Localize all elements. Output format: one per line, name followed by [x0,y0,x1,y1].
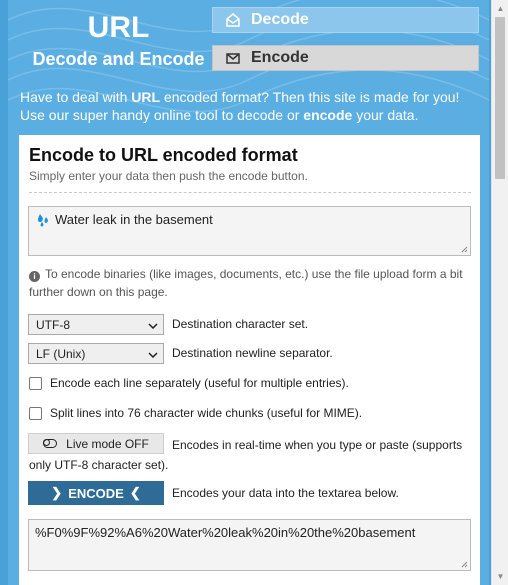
charset-select[interactable]: UTF-8 [28,314,164,335]
intro-bold-url: URL [131,89,161,105]
each-line-label: Encode each line separately (useful for … [50,376,349,390]
intro-bold-encode: encode [303,107,353,123]
output-text: %F0%9F%92%A6%20Water%20leak%20in%20the%2… [35,525,416,540]
newline-select[interactable]: LF (Unix) [28,343,164,364]
input-text: Water leak in the basement [55,212,213,227]
input-textarea[interactable]: Water leak in the basement [28,206,471,256]
scroll-down-arrow-icon[interactable]: ▼ [492,568,508,585]
intro-part1: Have to deal with [20,89,132,105]
resize-handle[interactable] [461,246,468,253]
encode-description: Encodes your data into the textarea belo… [172,486,399,500]
encode-button[interactable]: ❯ ENCODE ❮ [28,481,164,505]
encode-card: Encode to URL encoded format Simply ente… [19,135,480,585]
live-mode-label: Live mode OFF [66,436,149,451]
nav-decode-label: Decode [251,11,309,28]
split-lines-option: Split lines into 76 character wide chunk… [29,406,362,420]
card-subtitle: Simply enter your data then push the enc… [29,169,308,183]
nav-decode-button[interactable]: Decode [212,7,479,33]
intro-part3: your data. [352,107,419,123]
each-line-checkbox[interactable] [29,376,42,390]
each-line-option: Encode each line separately (useful for … [29,376,349,390]
split-lines-label: Split lines into 76 character wide chunk… [50,406,363,420]
page-background: URL Decode and Encode Decode Encode Have… [0,0,491,585]
chevron-left-icon: ❮ [129,485,141,500]
envelope-icon [225,49,243,67]
charset-value: UTF-8 [36,317,70,332]
scroll-up-arrow-icon[interactable]: ▲ [492,0,508,17]
envelope-open-icon [225,11,243,29]
scroll-thumb[interactable] [495,17,505,179]
chevron-down-icon [148,318,158,332]
nav-encode-button[interactable]: Encode [212,45,479,71]
binary-note: i To encode binaries (like images, docume… [29,265,474,301]
info-icon: i [29,271,40,282]
resize-handle[interactable] [461,561,468,568]
charset-label: Destination character set. [172,317,309,331]
chevron-right-icon: ❯ [51,485,63,500]
intro-text: Have to deal with URL encoded format? Th… [20,88,482,124]
main-content: URL Decode and Encode Decode Encode Have… [8,0,489,585]
split-lines-checkbox[interactable] [29,406,42,420]
live-mode-button[interactable]: Live mode OFF [28,433,164,454]
toggle-off-icon [43,439,58,448]
newline-value: LF (Unix) [36,346,86,361]
output-textarea[interactable]: %F0%9F%92%A6%20Water%20leak%20in%20the%2… [28,519,471,571]
binary-note-text: To encode binaries (like images, documen… [29,267,463,299]
newline-label: Destination newline separator. [172,346,333,360]
divider [29,192,471,193]
droplets-emoji-icon [35,212,51,228]
scrollbar[interactable]: ▲ ▼ [491,0,508,585]
nav-encode-label: Encode [251,49,309,66]
logo-title: URL [87,11,150,44]
card-title: Encode to URL encoded format [29,145,298,165]
logo-subtitle: Decode and Encode [32,49,205,69]
encode-button-label: ENCODE [68,485,124,501]
chevron-down-icon [148,347,158,361]
